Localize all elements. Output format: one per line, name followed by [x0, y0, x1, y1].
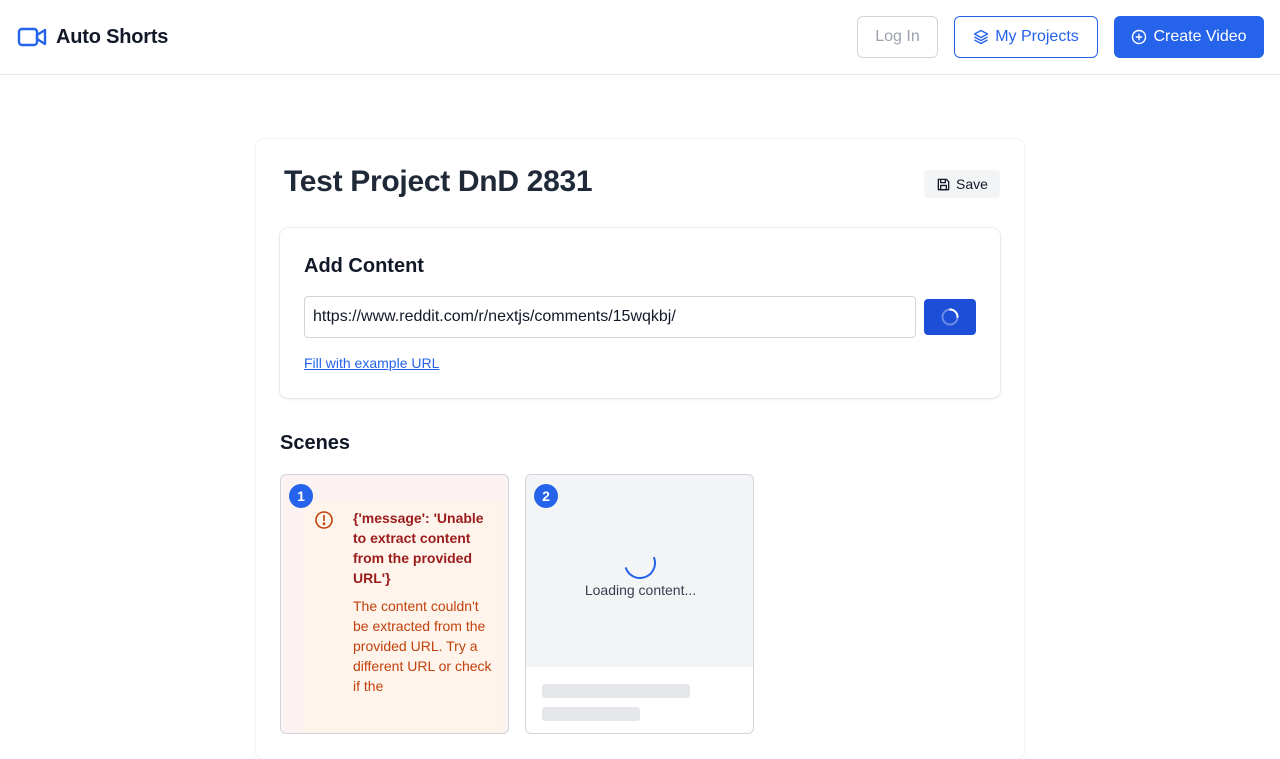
layers-icon: [974, 29, 989, 45]
login-button[interactable]: Log In: [857, 16, 938, 58]
submit-url-button[interactable]: [924, 299, 976, 335]
skeleton-line: [542, 684, 690, 698]
brand[interactable]: Auto Shorts: [17, 24, 168, 50]
plus-circle-icon: [1132, 29, 1147, 45]
scene-card-2[interactable]: 2 Loading content...: [525, 474, 754, 734]
video-camera-icon: [17, 27, 47, 47]
my-projects-button[interactable]: My Projects: [954, 16, 1098, 58]
login-label: Log In: [875, 28, 920, 45]
url-input[interactable]: [304, 296, 916, 338]
scene-number-badge: 2: [534, 484, 558, 508]
loading-spinner-icon: [624, 556, 656, 579]
fill-example-url-link[interactable]: Fill with example URL: [304, 355, 439, 371]
error-description: The content couldn't be extracted from t…: [353, 598, 492, 694]
error-message: {'message': 'Unable to extract content f…: [353, 510, 484, 586]
floppy-disk-icon: [937, 178, 950, 190]
spinner-icon: [941, 308, 959, 326]
scenes-title: Scenes: [280, 432, 351, 454]
app-title: Auto Shorts: [56, 25, 169, 48]
save-label: Save: [956, 176, 988, 192]
scene-number-badge: 1: [289, 484, 313, 508]
scene-card-1[interactable]: 1 {'message': 'Unable to extract content…: [280, 474, 509, 734]
project-title: Test Project DnD 2831: [284, 165, 593, 198]
loading-text: Loading content...: [584, 582, 697, 598]
my-projects-label: My Projects: [995, 28, 1079, 45]
alert-circle-icon: [315, 511, 333, 529]
create-video-button[interactable]: Create Video: [1114, 16, 1264, 58]
top-header: Auto Shorts Log In My Projects Create Vi…: [0, 0, 1280, 75]
create-video-label: Create Video: [1153, 28, 1247, 45]
save-button[interactable]: Save: [924, 170, 1000, 198]
skeleton-line: [542, 707, 640, 721]
add-content-title: Add Content: [304, 255, 424, 277]
